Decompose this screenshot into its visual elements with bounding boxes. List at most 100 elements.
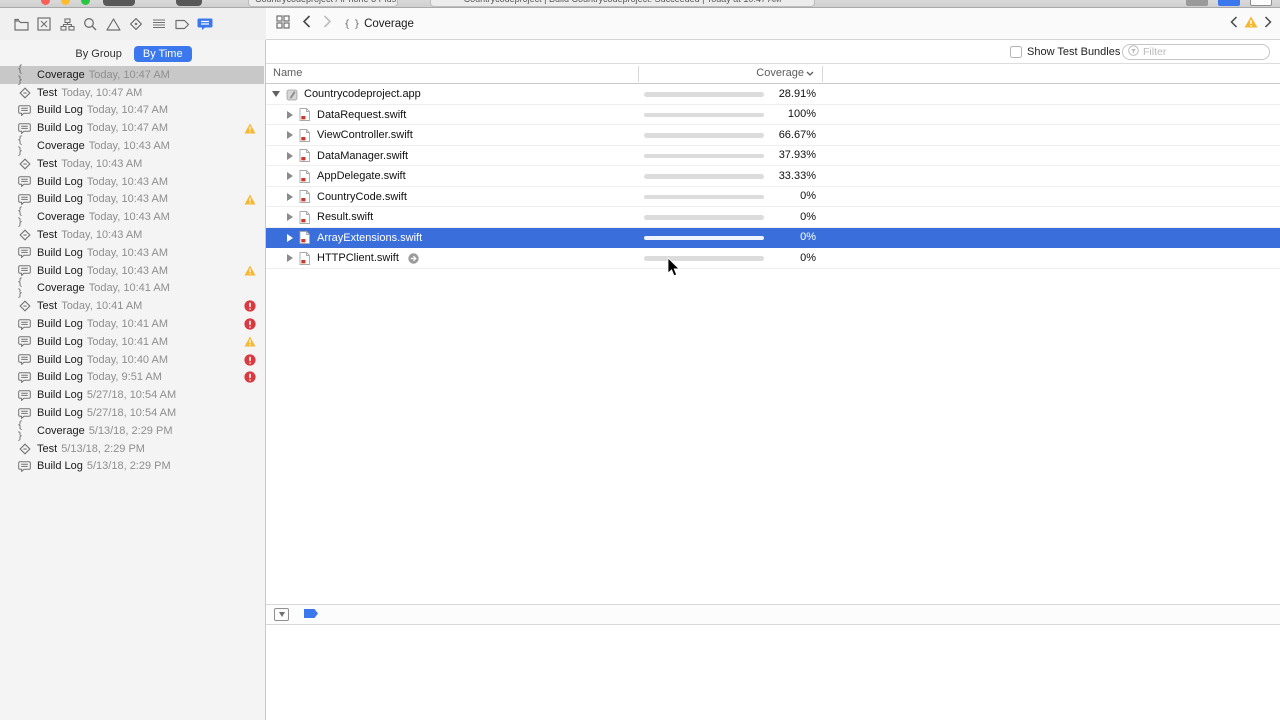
report-status-badge — [244, 211, 256, 223]
issue-warning-icon[interactable] — [1244, 15, 1258, 33]
report-list-item-coverage[interactable]: { } Coverage Today, 10:47 AM — [0, 64, 264, 86]
report-list-item-coverage[interactable]: { } Coverage Today, 10:41 AM — [0, 277, 264, 299]
coverage-table-row[interactable]: ArrayExtensions.swift 0% — [266, 227, 1280, 248]
filter-bar-toggle-icon[interactable] — [274, 608, 289, 621]
report-list-item-test[interactable]: Test Today, 10:43 AM — [0, 226, 264, 244]
report-name: Test — [37, 157, 58, 170]
report-name: Test — [37, 442, 58, 455]
report-list-item-log[interactable]: Build Log 5/27/18, 10:54 AM — [0, 404, 264, 422]
report-list-item-log[interactable]: Build Log Today, 10:40 AM — [0, 351, 264, 369]
coverage-table-row[interactable]: DataRequest.swift 100% — [266, 104, 1280, 125]
report-list-item-log[interactable]: Build Log Today, 10:43 AM — [0, 173, 264, 191]
find-navigator-icon[interactable] — [82, 16, 98, 32]
report-type-icon — [17, 318, 32, 330]
report-status-badge — [244, 282, 256, 294]
report-type-icon — [17, 176, 32, 188]
coverage-bar — [644, 133, 764, 138]
debug-navigator-icon[interactable] — [151, 16, 167, 32]
coverage-table-row[interactable]: ViewController.swift 66.67% — [266, 125, 1280, 146]
report-list-item-coverage[interactable]: { } Coverage Today, 10:43 AM — [0, 135, 264, 157]
by-time-segment[interactable]: By Time — [133, 46, 192, 62]
report-list-item-log[interactable]: Build Log Today, 10:43 AM — [0, 244, 264, 262]
file-icon — [299, 190, 311, 204]
report-status-badge — [244, 140, 256, 152]
file-icon — [299, 210, 311, 224]
goto-arrow-icon[interactable] — [408, 253, 419, 264]
disclosure-triangle-icon[interactable] — [287, 151, 293, 160]
disclosure-triangle-icon[interactable] — [287, 254, 293, 263]
coverage-table-row[interactable]: CountryCode.swift 0% — [266, 186, 1280, 207]
disclosure-triangle-icon[interactable] — [287, 213, 293, 222]
coverage-bar — [644, 215, 764, 220]
coverage-table-row[interactable]: Countrycodeproject.app 28.91% — [266, 84, 1280, 105]
report-list-item-log[interactable]: Build Log Today, 10:43 AM — [0, 262, 264, 280]
report-list-item-log[interactable]: Build Log Today, 9:51 AM — [0, 369, 264, 387]
report-name: Build Log — [37, 318, 83, 331]
scheme-selector[interactable]: Countrycodeproject / iPhone 8 Plus — [248, 0, 398, 7]
standard-editor-button[interactable] — [1186, 0, 1208, 6]
report-type-icon — [17, 460, 32, 472]
zoom-window-button[interactable] — [81, 0, 90, 5]
assistant-editor-button[interactable] — [1218, 0, 1240, 6]
report-name: Build Log — [37, 389, 83, 402]
report-list-item-log[interactable]: Build Log 5/27/18, 10:54 AM — [0, 386, 264, 404]
disclosure-triangle-icon[interactable] — [287, 131, 293, 140]
report-list-item-log[interactable]: Build Log Today, 10:47 AM — [0, 102, 264, 120]
forward-button[interactable] — [323, 15, 332, 33]
show-test-bundles-control[interactable]: Show Test Bundles — [1010, 40, 1120, 64]
coverage-table-row[interactable]: DataManager.swift 37.93% — [266, 145, 1280, 166]
report-list-item-test[interactable]: Test Today, 10:43 AM — [0, 155, 264, 173]
filter-input[interactable] — [1143, 46, 1253, 58]
report-list-item-test[interactable]: Test Today, 10:47 AM — [0, 84, 264, 102]
coverage-table-row[interactable]: HTTPClient.swift 0% — [266, 248, 1280, 269]
report-list-item-log[interactable]: Build Log Today, 10:47 AM — [0, 119, 264, 137]
back-button[interactable] — [302, 15, 311, 33]
breakpoint-navigator-icon[interactable] — [174, 16, 190, 32]
report-list-item-test[interactable]: Test 5/13/18, 2:29 PM — [0, 440, 264, 458]
report-timestamp: Today, 10:47 AM — [61, 86, 143, 99]
stop-button[interactable] — [176, 0, 202, 6]
report-timestamp: Today, 10:47 AM — [86, 122, 168, 135]
source-control-navigator-icon[interactable] — [36, 16, 52, 32]
report-list-item-log[interactable]: Build Log Today, 10:43 AM — [0, 191, 264, 209]
report-list-item-coverage[interactable]: { } Coverage 5/13/18, 2:29 PM — [0, 420, 264, 442]
coverage-percent: 100% — [787, 108, 816, 120]
project-navigator-icon[interactable] — [13, 16, 29, 32]
coverage-toolbar: Show Test Bundles — [266, 40, 1280, 64]
report-status-badge — [244, 425, 256, 437]
flag-icon[interactable] — [303, 606, 319, 624]
by-group-segment[interactable]: By Group — [73, 46, 123, 62]
report-list-item-coverage[interactable]: { } Coverage Today, 10:43 AM — [0, 206, 264, 228]
report-list-item-log[interactable]: Build Log 5/13/18, 2:29 PM — [0, 458, 264, 476]
coverage-table-row[interactable]: Result.swift 0% — [266, 207, 1280, 228]
close-window-button[interactable] — [41, 0, 50, 5]
disclosure-triangle-icon[interactable] — [287, 233, 293, 242]
report-type-icon — [17, 247, 32, 259]
report-timestamp: 5/13/18, 2:29 PM — [86, 460, 171, 473]
version-editor-button[interactable] — [1250, 0, 1272, 6]
symbol-navigator-icon[interactable] — [59, 16, 75, 32]
test-navigator-icon[interactable] — [128, 16, 144, 32]
previous-issue-button[interactable] — [1230, 15, 1238, 33]
report-navigator-icon[interactable] — [197, 16, 213, 32]
show-test-bundles-checkbox[interactable] — [1010, 46, 1022, 58]
disclosure-triangle-icon[interactable] — [287, 172, 293, 181]
minimize-window-button[interactable] — [61, 0, 70, 5]
issue-navigator-icon[interactable] — [105, 16, 121, 32]
report-status-badge — [244, 443, 256, 455]
related-items-icon[interactable] — [276, 14, 290, 34]
jump-bar-item-coverage[interactable]: { } Coverage — [344, 18, 414, 30]
coverage-table-row[interactable]: AppDelegate.swift 33.33% — [266, 166, 1280, 187]
name-column-header[interactable]: Name — [273, 67, 302, 79]
run-button[interactable] — [103, 0, 135, 6]
disclosure-triangle-icon[interactable] — [287, 192, 293, 201]
disclosure-triangle-icon[interactable] — [272, 91, 280, 98]
report-list-item-log[interactable]: Build Log Today, 10:41 AM — [0, 315, 264, 333]
report-name: Build Log — [37, 175, 83, 188]
report-list-item-test[interactable]: Test Today, 10:41 AM — [0, 297, 264, 315]
next-issue-button[interactable] — [1264, 15, 1272, 33]
disclosure-triangle-icon[interactable] — [287, 110, 293, 119]
report-list-item-log[interactable]: Build Log Today, 10:41 AM — [0, 333, 264, 351]
filter-field[interactable] — [1122, 44, 1270, 60]
coverage-column-header[interactable]: Coverage — [756, 67, 814, 79]
